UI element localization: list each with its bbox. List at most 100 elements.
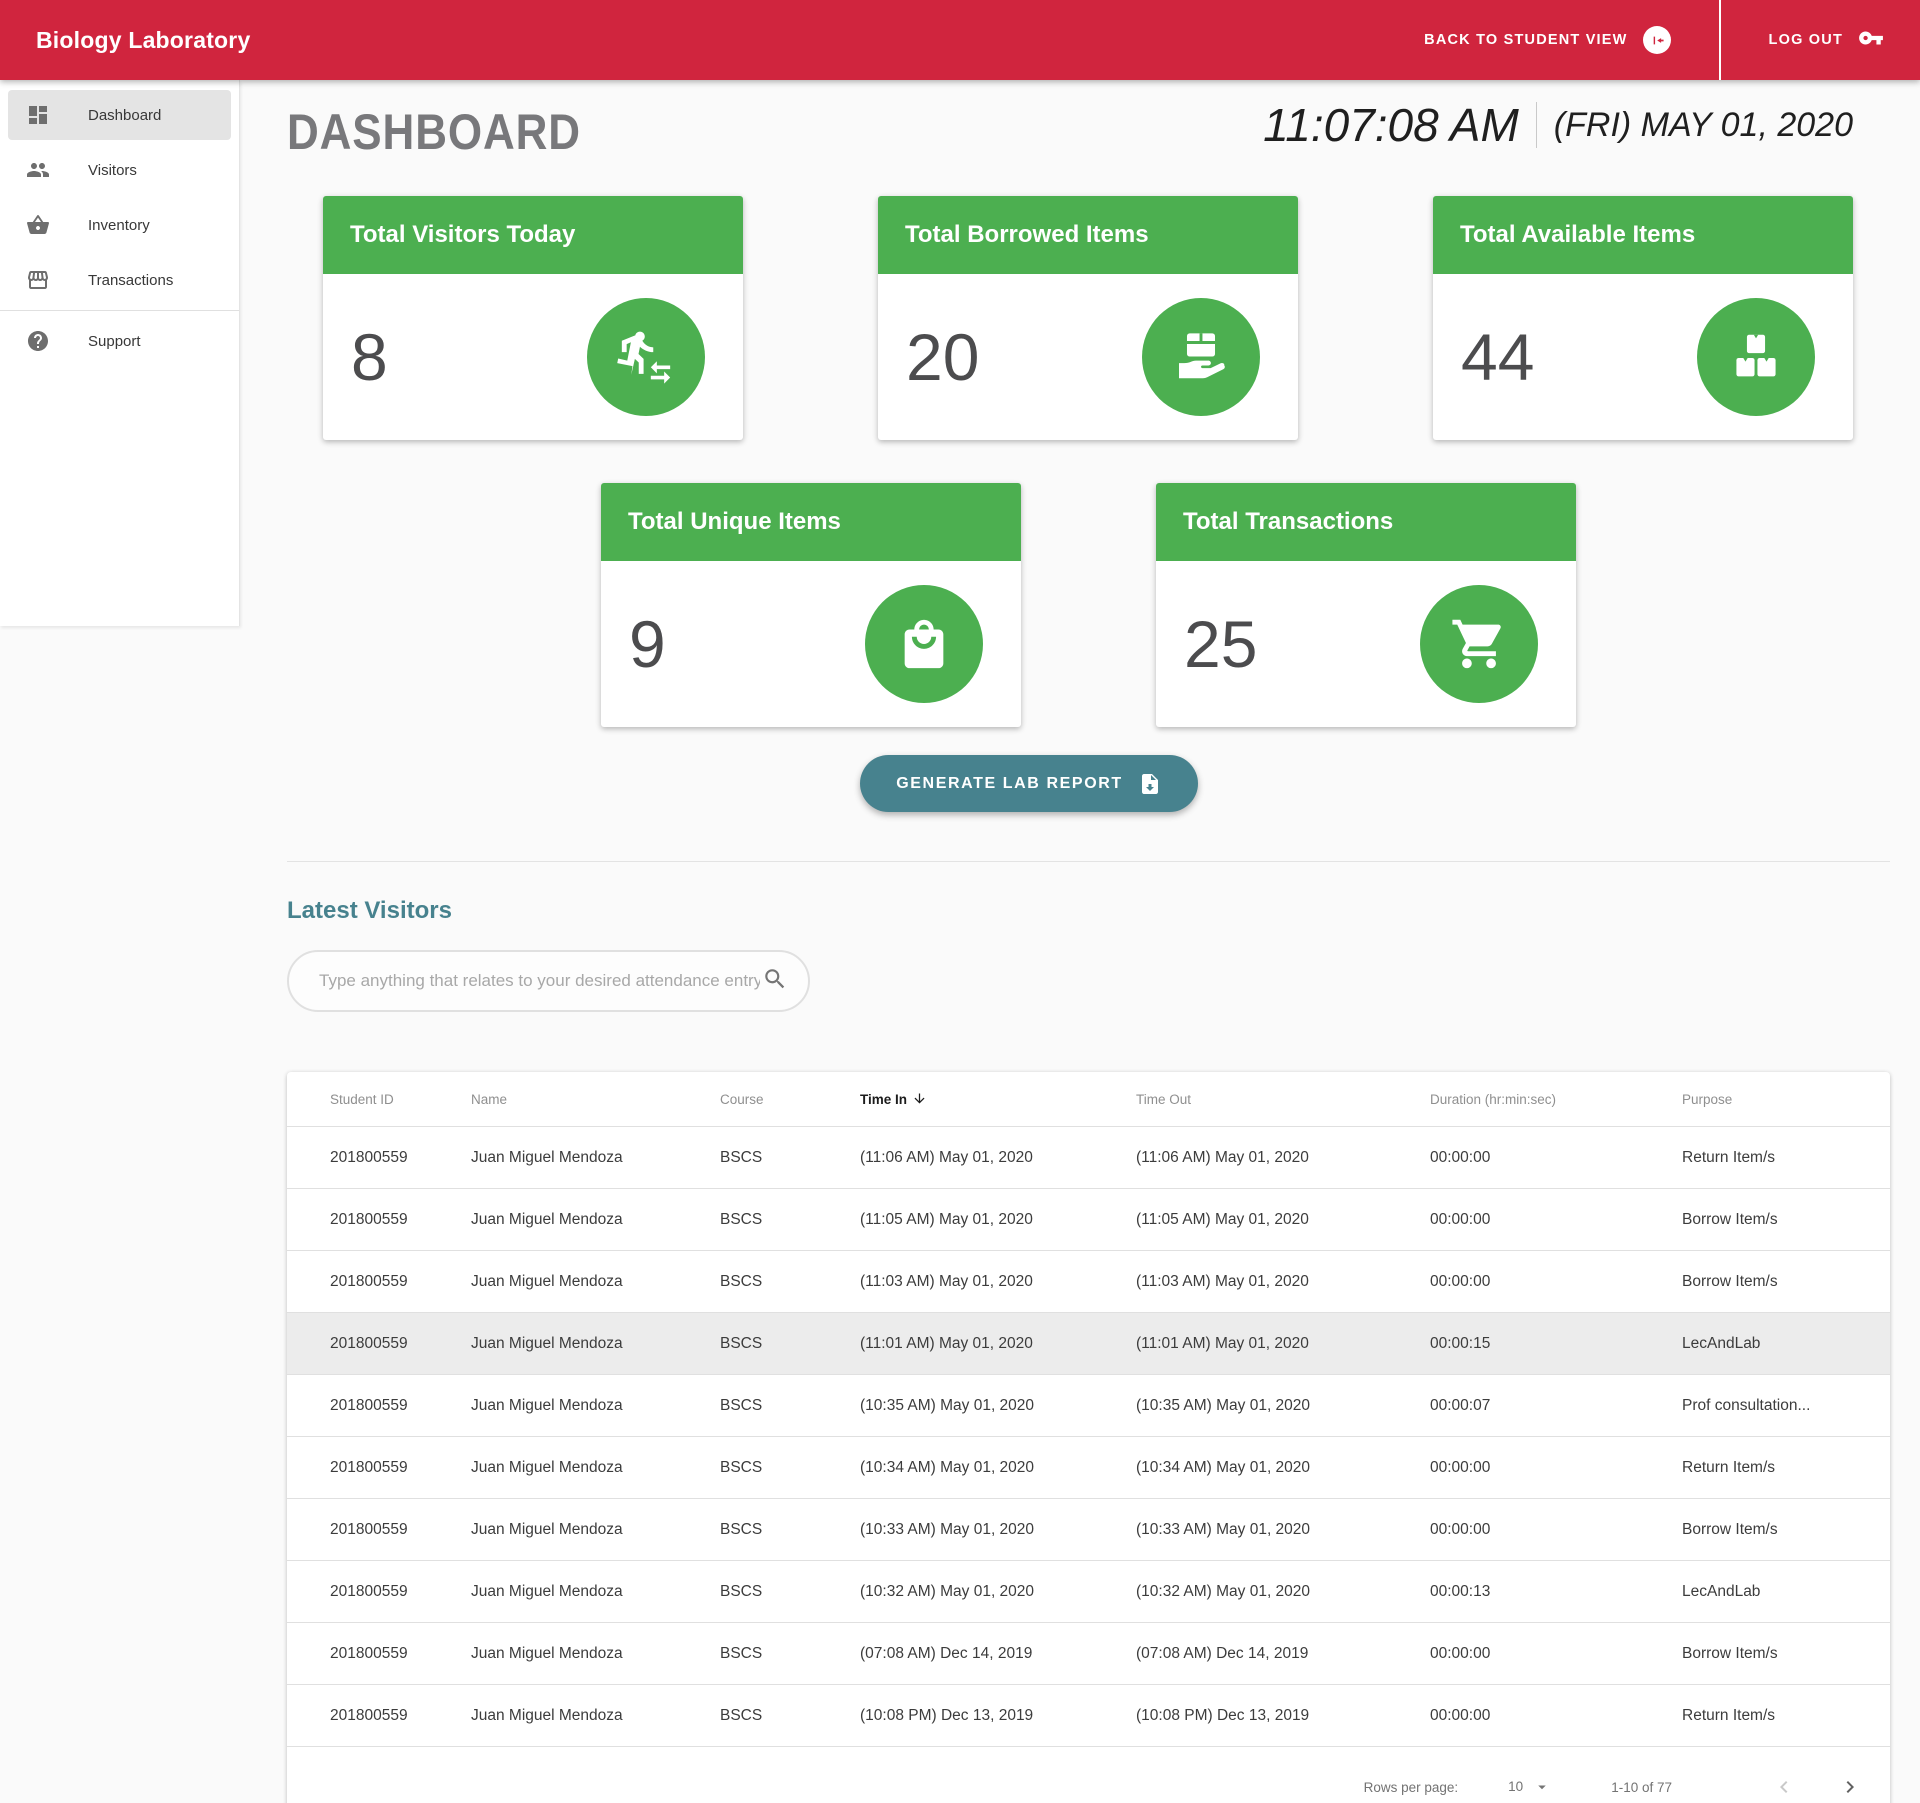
clock-separator xyxy=(1536,102,1537,148)
cell-time-in: (07:08 AM) Dec 14, 2019 xyxy=(859,1623,1135,1685)
chevron-right-icon xyxy=(1838,1775,1862,1799)
clock: 11:07:08 AM (FRI) MAY 01, 2020 xyxy=(1263,98,1853,152)
table-row[interactable]: 201800559 Juan Miguel Mendoza BSCS (10:3… xyxy=(287,1499,1890,1561)
cell-purpose: LecAndLab xyxy=(1681,1313,1890,1375)
attendance-search-input[interactable] xyxy=(317,970,762,992)
stat-card-total-visitors: Total Visitors Today 8 xyxy=(323,196,743,440)
cell-time-out: (07:08 AM) Dec 14, 2019 xyxy=(1135,1623,1429,1685)
table-row[interactable]: 201800559 Juan Miguel Mendoza BSCS (11:0… xyxy=(287,1313,1890,1375)
stat-card-title: Total Transactions xyxy=(1156,483,1576,561)
box-on-hand-icon xyxy=(1142,298,1260,416)
cell-course: BSCS xyxy=(719,1313,859,1375)
column-header-name[interactable]: Name xyxy=(470,1072,719,1127)
header-actions: BACK TO STUDENT VIEW LOG OUT xyxy=(1418,0,1920,80)
help-icon xyxy=(26,329,50,353)
column-header-student-id[interactable]: Student ID xyxy=(287,1072,470,1127)
latest-visitors-heading: Latest Visitors xyxy=(287,897,452,925)
cell-duration: 00:00:07 xyxy=(1429,1375,1681,1437)
clock-date: (FRI) MAY 01, 2020 xyxy=(1554,106,1853,145)
dashboard-grid-icon xyxy=(26,103,50,127)
sidebar-item-transactions[interactable]: Transactions xyxy=(8,255,231,305)
section-divider xyxy=(287,861,1890,862)
cell-time-out: (11:06 AM) May 01, 2020 xyxy=(1135,1127,1429,1189)
cell-duration: 00:00:13 xyxy=(1429,1561,1681,1623)
cell-time-out: (10:35 AM) May 01, 2020 xyxy=(1135,1375,1429,1437)
cell-time-in: (11:06 AM) May 01, 2020 xyxy=(859,1127,1135,1189)
search-icon xyxy=(762,966,788,997)
stat-card-title: Total Visitors Today xyxy=(323,196,743,274)
table-row[interactable]: 201800559 Juan Miguel Mendoza BSCS (10:3… xyxy=(287,1561,1890,1623)
cell-course: BSCS xyxy=(719,1623,859,1685)
logout-button[interactable]: LOG OUT xyxy=(1763,24,1890,56)
cell-duration: 00:00:00 xyxy=(1429,1127,1681,1189)
rows-per-page-select[interactable]: 10 xyxy=(1500,1778,1559,1803)
column-header-duration[interactable]: Duration (hr:min:sec) xyxy=(1429,1072,1681,1127)
cell-time-in: (11:05 AM) May 01, 2020 xyxy=(859,1189,1135,1251)
cell-course: BSCS xyxy=(719,1437,859,1499)
cell-time-in: (10:08 PM) Dec 13, 2019 xyxy=(859,1685,1135,1747)
column-header-time-out[interactable]: Time Out xyxy=(1135,1072,1429,1127)
cell-purpose: Borrow Item/s xyxy=(1681,1499,1890,1561)
sidebar-item-support[interactable]: Support xyxy=(8,316,231,366)
cell-duration: 00:00:00 xyxy=(1429,1499,1681,1561)
cell-name: Juan Miguel Mendoza xyxy=(470,1251,719,1313)
cell-course: BSCS xyxy=(719,1685,859,1747)
cell-name: Juan Miguel Mendoza xyxy=(470,1375,719,1437)
back-to-student-view-label: BACK TO STUDENT VIEW xyxy=(1424,32,1627,48)
page-title: DASHBOARD xyxy=(287,103,621,161)
cell-student-id: 201800559 xyxy=(287,1561,470,1623)
app-title: Biology Laboratory xyxy=(36,27,250,54)
cell-time-in: (10:33 AM) May 01, 2020 xyxy=(859,1499,1135,1561)
cell-name: Juan Miguel Mendoza xyxy=(470,1623,719,1685)
cell-duration: 00:00:15 xyxy=(1429,1313,1681,1375)
stat-card-total-available: Total Available Items 44 xyxy=(1433,196,1853,440)
basket-icon xyxy=(26,213,50,237)
generate-lab-report-label: GENERATE LAB REPORT xyxy=(896,775,1123,793)
cell-course: BSCS xyxy=(719,1499,859,1561)
table-pagination: Rows per page: 10 1-10 of 77 xyxy=(287,1747,1890,1803)
table-row[interactable]: 201800559 Juan Miguel Mendoza BSCS (10:0… xyxy=(287,1685,1890,1747)
stat-card-total-unique: Total Unique Items 9 xyxy=(601,483,1021,727)
sidebar-item-label: Visitors xyxy=(88,162,137,179)
clock-time: 11:07:08 AM xyxy=(1263,98,1519,152)
walking-person-transfer-icon xyxy=(587,298,705,416)
cell-time-out: (11:03 AM) May 01, 2020 xyxy=(1135,1251,1429,1313)
stat-card-value: 20 xyxy=(906,319,979,395)
table-row[interactable]: 201800559 Juan Miguel Mendoza BSCS (10:3… xyxy=(287,1375,1890,1437)
cell-name: Juan Miguel Mendoza xyxy=(470,1685,719,1747)
cell-duration: 00:00:00 xyxy=(1429,1685,1681,1747)
cell-duration: 00:00:00 xyxy=(1429,1251,1681,1313)
cell-course: BSCS xyxy=(719,1375,859,1437)
previous-page-button[interactable] xyxy=(1772,1775,1796,1799)
column-header-purpose[interactable]: Purpose xyxy=(1681,1072,1890,1127)
sidebar-item-label: Support xyxy=(88,333,141,350)
cell-student-id: 201800559 xyxy=(287,1375,470,1437)
sidebar-item-visitors[interactable]: Visitors xyxy=(8,145,231,195)
table-row[interactable]: 201800559 Juan Miguel Mendoza BSCS (11:0… xyxy=(287,1251,1890,1313)
cell-name: Juan Miguel Mendoza xyxy=(470,1313,719,1375)
stat-card-total-transactions: Total Transactions 25 xyxy=(1156,483,1576,727)
stat-card-value: 9 xyxy=(629,606,666,682)
cell-purpose: Borrow Item/s xyxy=(1681,1623,1890,1685)
cell-name: Juan Miguel Mendoza xyxy=(470,1437,719,1499)
table-row[interactable]: 201800559 Juan Miguel Mendoza BSCS (07:0… xyxy=(287,1623,1890,1685)
table-row[interactable]: 201800559 Juan Miguel Mendoza BSCS (11:0… xyxy=(287,1189,1890,1251)
sidebar-item-inventory[interactable]: Inventory xyxy=(8,200,231,250)
generate-lab-report-button[interactable]: GENERATE LAB REPORT xyxy=(860,755,1198,812)
table-row[interactable]: 201800559 Juan Miguel Mendoza BSCS (11:0… xyxy=(287,1127,1890,1189)
table-row[interactable]: 201800559 Juan Miguel Mendoza BSCS (10:3… xyxy=(287,1437,1890,1499)
cell-time-in: (10:35 AM) May 01, 2020 xyxy=(859,1375,1135,1437)
stat-card-value: 44 xyxy=(1461,319,1534,395)
stat-card-title: Total Borrowed Items xyxy=(878,196,1298,274)
cell-time-out: (11:05 AM) May 01, 2020 xyxy=(1135,1189,1429,1251)
file-download-icon xyxy=(1138,772,1162,796)
back-to-student-view-button[interactable]: BACK TO STUDENT VIEW xyxy=(1418,25,1676,55)
shopping-cart-icon xyxy=(1420,585,1538,703)
column-header-course[interactable]: Course xyxy=(719,1072,859,1127)
sidebar-item-dashboard[interactable]: Dashboard xyxy=(8,90,231,140)
next-page-button[interactable] xyxy=(1838,1775,1862,1799)
cell-purpose: Return Item/s xyxy=(1681,1685,1890,1747)
column-header-time-in[interactable]: Time In xyxy=(859,1072,1135,1127)
cell-student-id: 201800559 xyxy=(287,1313,470,1375)
cell-student-id: 201800559 xyxy=(287,1685,470,1747)
